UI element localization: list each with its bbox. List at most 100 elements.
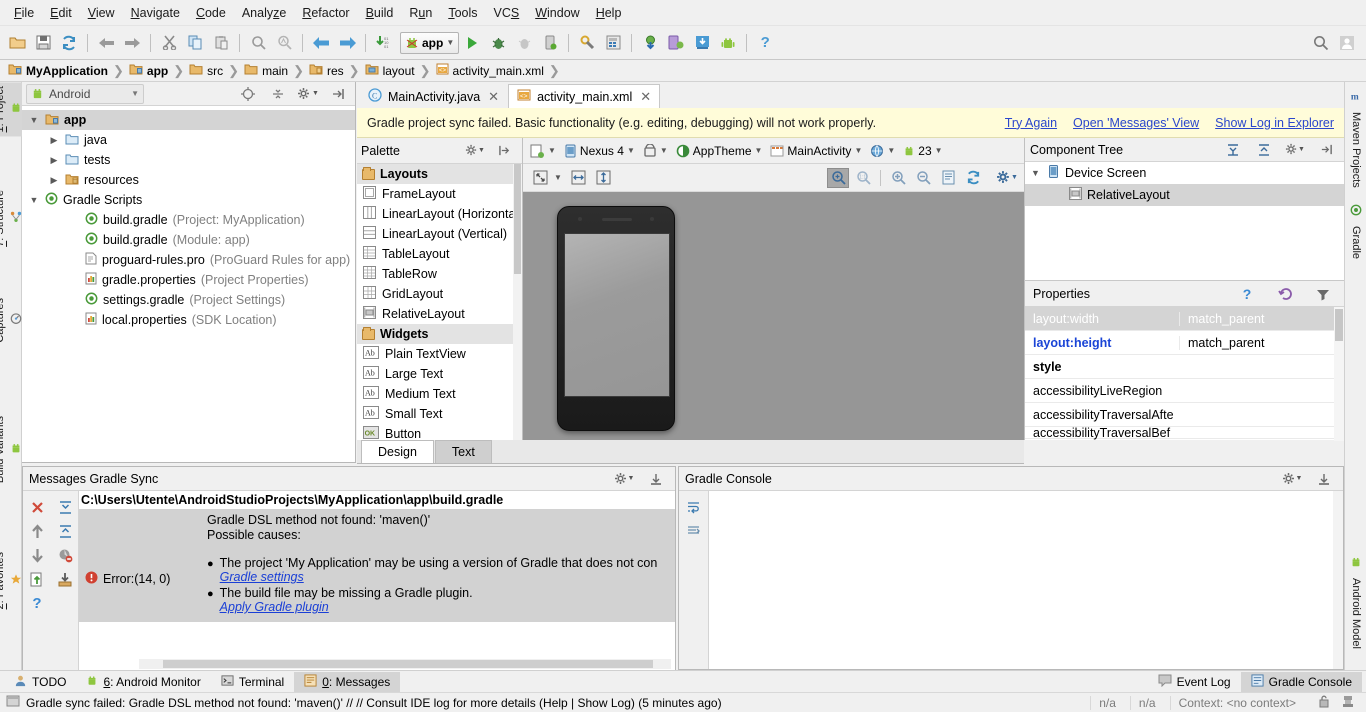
expand-all-icon[interactable] — [1220, 137, 1246, 163]
palette-item-linearlayout--horizontal-[interactable]: LinearLayout (Horizontal) — [357, 204, 522, 224]
zoom-actual-size-icon[interactable]: 1:1 — [852, 168, 874, 188]
device-preview-frame[interactable] — [557, 206, 675, 431]
filter-warnings-icon[interactable] — [51, 543, 79, 567]
apply-gradle-plugin-link[interactable]: Apply Gradle plugin — [220, 600, 473, 614]
fit-height-icon[interactable] — [593, 168, 615, 188]
tree-expand-arrow[interactable]: ▶ — [48, 175, 60, 186]
tree-node-app[interactable]: ▼ app — [22, 110, 355, 130]
design-canvas[interactable] — [523, 192, 1024, 440]
scroll-to-end-icon[interactable] — [679, 519, 707, 543]
settings-gear-icon[interactable]: ▼ — [611, 466, 637, 492]
menu-item-analyze[interactable]: Analyze — [234, 3, 294, 23]
breadcrumb-item-res[interactable]: res — [307, 63, 346, 78]
zoom-out-icon[interactable] — [912, 168, 934, 188]
help-question-icon[interactable]: ? — [752, 30, 778, 56]
attach-debugger-icon[interactable] — [537, 30, 563, 56]
property-row-layout-width[interactable]: layout:width match_parent — [1025, 307, 1344, 331]
sync-icon[interactable] — [56, 30, 82, 56]
palette-group-layouts[interactable]: Layouts — [357, 164, 522, 184]
debug-bug-icon[interactable] — [485, 30, 511, 56]
close-tab-icon[interactable]: ✕ — [640, 89, 651, 105]
palette-item-gridlayout[interactable]: GridLayout — [357, 284, 522, 304]
editor-mode-tab-text[interactable]: Text — [434, 440, 492, 463]
tree-node-build-gradle[interactable]: build.gradle (Project: MyApplication) — [22, 210, 355, 230]
lock-icon[interactable] — [1310, 695, 1330, 711]
device-selector[interactable]: Nexus 4 ▼ — [561, 141, 638, 161]
breadcrumb-item-main[interactable]: main — [242, 63, 290, 78]
menu-item-code[interactable]: Code — [188, 3, 234, 23]
sync-gradle-icon[interactable] — [637, 30, 663, 56]
right-tool-tab-gradle[interactable]: Gradle — [1345, 200, 1366, 263]
tree-node-settings-gradle[interactable]: settings.gradle (Project Settings) — [22, 290, 355, 310]
messages-error-block[interactable]: Error:(14, 0) Gradle DSL method not foun… — [79, 509, 675, 622]
menu-item-window[interactable]: Window — [527, 3, 587, 23]
property-row-accessibilitytraversalbef[interactable]: accessibilityTraversalBef — [1025, 426, 1344, 440]
locale-selector[interactable]: ▼ — [867, 141, 898, 161]
right-tool-tab-android-model[interactable]: Android Model — [1345, 552, 1366, 653]
menu-item-view[interactable]: View — [80, 3, 123, 23]
hide-panel-icon[interactable] — [643, 466, 669, 492]
compile-icon[interactable]: 01 10 01 — [371, 30, 397, 56]
breadcrumb-item-src[interactable]: src — [187, 63, 225, 78]
gradle-settings-link[interactable]: Gradle settings — [220, 570, 658, 584]
menu-item-file[interactable]: File — [6, 3, 42, 23]
close-x-icon[interactable] — [23, 495, 51, 519]
navigate-back-icon[interactable] — [308, 30, 334, 56]
editor-tab-mainactivity-java[interactable]: C MainActivity.java ✕ — [359, 84, 508, 108]
tree-node-resources[interactable]: ▶ resources — [22, 170, 355, 190]
palette-item-large-text[interactable]: Ab Large Text — [357, 364, 522, 384]
open-folder-icon[interactable] — [4, 30, 30, 56]
collapse-all-icon[interactable] — [1251, 137, 1277, 163]
property-row-accessibilityliveregion[interactable]: accessibilityLiveRegion — [1025, 379, 1344, 403]
help-question-icon[interactable]: ? — [1234, 281, 1260, 307]
tree-expand-arrow[interactable]: ▶ — [48, 155, 60, 166]
collapse-all-icon[interactable] — [265, 81, 291, 107]
import-icon[interactable] — [51, 567, 79, 591]
close-tab-icon[interactable]: ✕ — [488, 89, 499, 105]
refresh-render-icon[interactable] — [962, 168, 984, 188]
zoom-to-fit-icon[interactable] — [529, 168, 551, 188]
palette-item-linearlayout--vertical-[interactable]: LinearLayout (Vertical) — [357, 224, 522, 244]
component-node-device-screen[interactable]: ▼ Device Screen — [1025, 162, 1344, 184]
tree-node-gradle-scripts[interactable]: ▼ Gradle Scripts — [22, 190, 355, 210]
palette-item-framelayout[interactable]: FrameLayout — [357, 184, 522, 204]
hide-panel-icon[interactable] — [1313, 137, 1339, 163]
device-config-selector[interactable]: ▼ — [527, 141, 559, 161]
run-coverage-icon[interactable] — [511, 30, 537, 56]
menu-item-help[interactable]: Help — [588, 3, 630, 23]
api-level-selector[interactable]: 23 ▼ — [900, 141, 945, 161]
settings-gear-icon[interactable]: ▼ — [996, 168, 1018, 188]
component-node-relativelayout[interactable]: RelativeLayout — [1025, 184, 1344, 206]
gradle-console-scrollbar[interactable] — [1333, 491, 1343, 669]
menu-item-edit[interactable]: Edit — [42, 3, 80, 23]
palette-item-small-text[interactable]: Ab Small Text — [357, 404, 522, 424]
show-log-in-explorer-link[interactable]: Show Log in Explorer — [1215, 116, 1334, 130]
pan-zoom-icon[interactable] — [827, 167, 849, 188]
find-replace-icon[interactable] — [271, 30, 297, 56]
tree-node-gradle-properties[interactable]: gradle.properties (Project Properties) — [22, 270, 355, 290]
tree-node-proguard-rules-pro[interactable]: proguard-rules.pro (ProGuard Rules for ap… — [22, 250, 355, 270]
soft-wrap-icon[interactable] — [679, 495, 707, 519]
open-messages-view-link[interactable]: Open 'Messages' View — [1073, 116, 1199, 130]
editor-mode-tab-design[interactable]: Design — [361, 440, 434, 463]
run-configuration-selector[interactable]: app ▼ — [400, 31, 460, 54]
avd-manager-icon[interactable] — [600, 30, 626, 56]
breadcrumb-item-activity-main-xml[interactable]: <> activity_main.xml — [434, 63, 546, 78]
previous-up-arrow-icon[interactable] — [23, 519, 51, 543]
left-tool-tab-captures[interactable]: Captures — [0, 294, 22, 347]
save-all-icon[interactable] — [30, 30, 56, 56]
android-robot-icon[interactable] — [715, 30, 741, 56]
search-everywhere-icon[interactable] — [1308, 30, 1334, 56]
bottom-left-tool-tab-todo[interactable]: TODO — [4, 672, 76, 692]
tree-expand-arrow[interactable]: ▼ — [28, 115, 40, 125]
bottom-right-tool-tab-event-log[interactable]: Event Log — [1148, 672, 1241, 692]
messages-horizontal-scrollbar[interactable] — [139, 659, 671, 669]
expand-all-icon[interactable] — [51, 495, 79, 519]
hide-panel-icon[interactable] — [492, 138, 518, 164]
undo-arrow-icon[interactable] — [93, 30, 119, 56]
sdk-download-icon[interactable] — [689, 30, 715, 56]
help-question-icon[interactable]: ? — [23, 591, 51, 615]
filter-funnel-icon[interactable] — [1310, 281, 1336, 307]
orientation-selector[interactable]: ▼ — [640, 141, 671, 161]
gradle-console-output[interactable] — [709, 491, 1343, 669]
